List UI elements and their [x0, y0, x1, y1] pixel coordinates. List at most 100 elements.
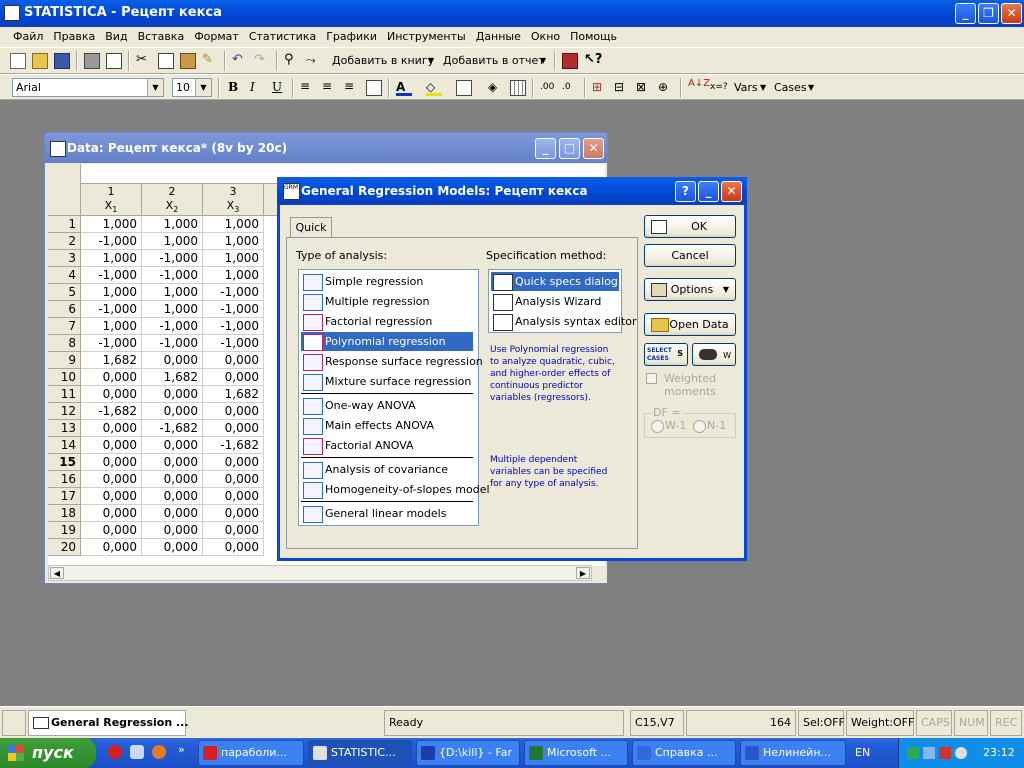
- analysis-type-item[interactable]: Analysis of covariance: [301, 460, 473, 479]
- menu-format[interactable]: Формат: [189, 27, 244, 43]
- table-cell[interactable]: 0,000: [142, 522, 203, 539]
- spec-method-item[interactable]: Quick specs dialog: [491, 272, 619, 291]
- row-header[interactable]: 19: [48, 522, 81, 539]
- tab-quick[interactable]: Quick: [290, 217, 332, 238]
- spec-method-item[interactable]: Analysis syntax editor: [491, 312, 636, 331]
- explorer-icon[interactable]: [130, 745, 144, 759]
- row-header[interactable]: 9: [48, 352, 81, 369]
- n1-radio[interactable]: [693, 420, 706, 433]
- table-cell[interactable]: 1,000: [203, 233, 264, 250]
- corner-cell[interactable]: [48, 164, 81, 216]
- row-header[interactable]: 10: [48, 369, 81, 386]
- vars-menu[interactable]: Vars: [734, 81, 758, 94]
- row-header[interactable]: 7: [48, 318, 81, 335]
- analysis-type-item[interactable]: General linear models: [301, 504, 473, 523]
- table-cell[interactable]: 0,000: [81, 488, 142, 505]
- table-cell[interactable]: -1,000: [81, 301, 142, 318]
- table-cell[interactable]: 0,000: [142, 539, 203, 556]
- row-header[interactable]: 1: [48, 216, 81, 233]
- row-header[interactable]: 15: [48, 454, 81, 471]
- table-cell[interactable]: 0,000: [203, 488, 264, 505]
- analysis-type-item[interactable]: Polynomial regression: [301, 332, 473, 351]
- table-cell[interactable]: 1,000: [203, 216, 264, 233]
- increase-decimal-icon[interactable]: .00: [540, 80, 556, 96]
- table-cell[interactable]: -1,000: [81, 335, 142, 352]
- add-to-report[interactable]: Добавить в отчет: [443, 54, 545, 67]
- start-button[interactable]: пуск: [0, 738, 96, 768]
- table-cell[interactable]: 1,000: [142, 216, 203, 233]
- taskbar-task[interactable]: {D:\kill} - Far: [416, 740, 520, 766]
- save-icon[interactable]: [54, 53, 70, 69]
- table-cell[interactable]: -1,000: [81, 233, 142, 250]
- menu-graphs[interactable]: Графики: [321, 27, 382, 43]
- formula-icon[interactable]: x=?: [710, 80, 728, 96]
- analysis-type-item[interactable]: Mixture surface regression: [301, 372, 473, 391]
- open-icon[interactable]: [32, 53, 48, 69]
- table-cell[interactable]: 0,000: [81, 471, 142, 488]
- menu-file[interactable]: Файл: [8, 27, 48, 43]
- horizontal-scrollbar[interactable]: ◀ ▶: [48, 565, 592, 581]
- table-cell[interactable]: 0,000: [142, 488, 203, 505]
- borders-icon[interactable]: [456, 80, 472, 96]
- table-cell[interactable]: 0,000: [203, 352, 264, 369]
- table-cell[interactable]: -1,000: [142, 250, 203, 267]
- menu-tools[interactable]: Инструменты: [382, 27, 471, 43]
- table-cell[interactable]: 1,000: [203, 267, 264, 284]
- binoculars-icon[interactable]: ⚲: [284, 53, 300, 69]
- print-icon[interactable]: [84, 53, 100, 69]
- analysis-type-item[interactable]: Response surface regression: [301, 352, 483, 371]
- table-cell[interactable]: 0,000: [81, 369, 142, 386]
- taskbar-task[interactable]: Microsoft ...: [524, 740, 628, 766]
- table-cell[interactable]: -1,682: [142, 420, 203, 437]
- help-button[interactable]: ?: [675, 181, 696, 202]
- taskbar-task[interactable]: STATISTIC...: [308, 740, 412, 766]
- chevron-down-icon[interactable]: ▼: [540, 56, 546, 65]
- insert-cases-icon[interactable]: ⊞: [592, 80, 608, 96]
- analysis-type-item[interactable]: Factorial regression: [301, 312, 473, 331]
- options-button[interactable]: Options ▼: [644, 278, 736, 301]
- app-title-bar[interactable]: STATISTICA - Рецепт кекса _ ❐ ✕: [0, 0, 1024, 27]
- close-button[interactable]: ✕: [721, 181, 742, 202]
- row-header[interactable]: 16: [48, 471, 81, 488]
- cases-menu[interactable]: Cases: [774, 81, 807, 94]
- table-cell[interactable]: 1,000: [142, 284, 203, 301]
- scroll-left-icon[interactable]: ◀: [50, 567, 64, 579]
- cancel-button[interactable]: Cancel: [644, 244, 736, 267]
- sort-icon[interactable]: A↓Z: [688, 79, 710, 96]
- spec-method-list[interactable]: Quick specs dialog Analysis Wizard Analysi…: [488, 269, 636, 333]
- grid-icon[interactable]: [510, 80, 526, 96]
- cut-icon[interactable]: ✂: [136, 53, 152, 69]
- table-cell[interactable]: 0,000: [81, 437, 142, 454]
- minimize-button[interactable]: _: [535, 138, 556, 159]
- table-cell[interactable]: 0,000: [203, 471, 264, 488]
- table-cell[interactable]: -1,682: [81, 403, 142, 420]
- help-pointer-icon[interactable]: ↖?: [584, 53, 602, 69]
- chevron-down-icon[interactable]: ▼: [195, 79, 211, 96]
- book-icon[interactable]: [562, 53, 578, 69]
- table-cell[interactable]: 1,682: [81, 352, 142, 369]
- quicklaunch-chevron-icon[interactable]: »: [178, 743, 185, 756]
- column-header[interactable]: 2 X2: [142, 184, 203, 216]
- italic-icon[interactable]: I: [250, 80, 266, 96]
- font-select[interactable]: Arial ▼: [12, 78, 164, 97]
- table-cell[interactable]: 0,000: [203, 522, 264, 539]
- weighted-moments-checkbox[interactable]: [646, 373, 657, 384]
- table-cell[interactable]: -1,682: [203, 437, 264, 454]
- table-cell[interactable]: -1,000: [142, 318, 203, 335]
- w1-radio[interactable]: [651, 420, 664, 433]
- table-cell[interactable]: 1,682: [142, 369, 203, 386]
- volume-icon[interactable]: [955, 747, 967, 759]
- close-button[interactable]: ✕: [1001, 3, 1022, 24]
- size-select[interactable]: 10 ▼: [172, 78, 212, 97]
- table-cell[interactable]: 0,000: [142, 505, 203, 522]
- table-cell[interactable]: 0,000: [142, 437, 203, 454]
- table-cell[interactable]: 1,682: [203, 386, 264, 403]
- bold-icon[interactable]: B: [228, 80, 244, 96]
- add-to-workbook[interactable]: Добавить в книгу: [332, 54, 434, 67]
- table-cell[interactable]: 0,000: [142, 471, 203, 488]
- table-cell[interactable]: 0,000: [142, 386, 203, 403]
- row-header[interactable]: 11: [48, 386, 81, 403]
- menu-statistics[interactable]: Статистика: [244, 27, 321, 43]
- chevron-down-icon[interactable]: ▼: [428, 56, 434, 65]
- table-cell[interactable]: 0,000: [203, 403, 264, 420]
